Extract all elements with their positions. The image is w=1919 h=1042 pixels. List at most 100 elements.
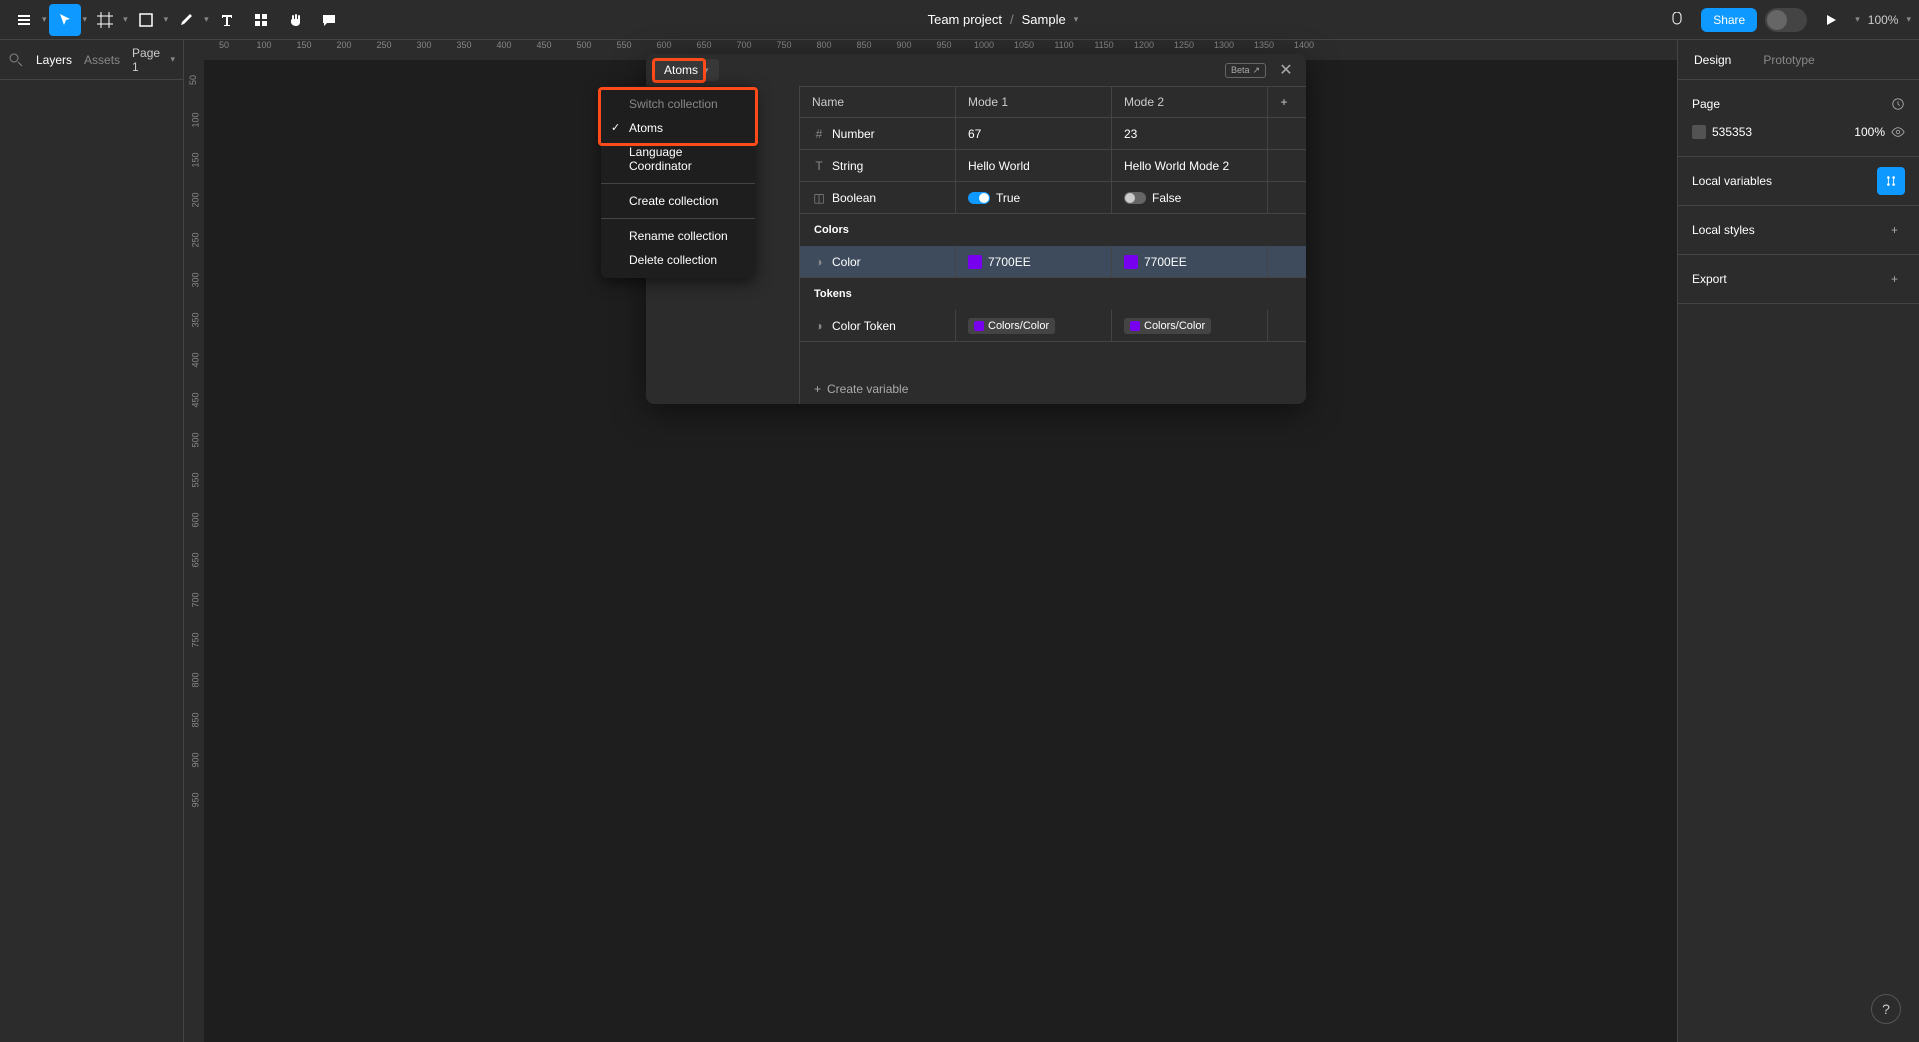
close-button[interactable]: ✕: [1274, 58, 1298, 82]
column-header-name: Name: [800, 87, 956, 117]
audio-button[interactable]: [1661, 4, 1693, 36]
page-section: Page 535353 100%: [1678, 80, 1919, 157]
variable-row-color[interactable]: ◑Color 7700EE 7700EE: [800, 246, 1306, 278]
boolean-mode2-cell[interactable]: False: [1112, 182, 1268, 213]
ctx-item-language[interactable]: Language Coordinator: [601, 140, 755, 178]
tab-design[interactable]: Design: [1678, 40, 1747, 79]
string-mode1-cell[interactable]: Hello World: [956, 150, 1112, 181]
ruler-tick: 150: [296, 40, 311, 50]
boolean-icon: ◫: [812, 191, 826, 205]
column-header-mode1[interactable]: Mode 1: [956, 87, 1112, 117]
create-variable-button[interactable]: +Create variable: [800, 374, 1306, 404]
ruler-tick: 200: [336, 40, 351, 50]
visibility-icon[interactable]: [1891, 125, 1905, 139]
color-mode1-cell[interactable]: 7700EE: [956, 246, 1112, 277]
add-mode-button[interactable]: +: [1268, 87, 1300, 117]
add-export-button[interactable]: +: [1891, 272, 1905, 286]
column-header-mode2[interactable]: Mode 2: [1112, 87, 1268, 117]
bg-opacity[interactable]: 100%: [1854, 125, 1885, 139]
rectangle-tool-button[interactable]: [130, 4, 162, 36]
local-variables-button[interactable]: [1877, 167, 1905, 195]
present-caret-icon[interactable]: ▾: [1855, 14, 1860, 25]
main-menu-button[interactable]: [8, 4, 40, 36]
resources-button[interactable]: [245, 4, 277, 36]
ruler-tick: 900: [191, 752, 201, 767]
color-mode2-cell[interactable]: 7700EE: [1112, 246, 1268, 277]
frame-tool-caret-icon[interactable]: ▾: [123, 14, 128, 25]
devmode-toggle[interactable]: [1765, 8, 1807, 32]
ruler-tick: 250: [376, 40, 391, 50]
breadcrumb: Team project / Sample ▾: [345, 12, 1662, 27]
comment-tool-button[interactable]: [313, 4, 345, 36]
ruler-tick: 800: [191, 672, 201, 687]
file-caret-icon[interactable]: ▾: [1074, 14, 1079, 25]
breadcrumb-file[interactable]: Sample: [1022, 12, 1066, 27]
history-icon[interactable]: [1891, 97, 1905, 111]
ruler-tick: 150: [191, 152, 201, 167]
pen-tool-button[interactable]: [170, 4, 202, 36]
color-swatch: [974, 321, 984, 331]
tab-assets[interactable]: Assets: [84, 53, 120, 67]
top-toolbar: ▾ ▾ ▾ ▾ ▾ Team project / Sample ▾ Share …: [0, 0, 1919, 40]
ruler-tick: 850: [856, 40, 871, 50]
ctx-item-rename[interactable]: Rename collection: [601, 224, 755, 248]
move-tool-button[interactable]: [49, 4, 81, 36]
ruler-tick: 600: [656, 40, 671, 50]
number-mode2-cell[interactable]: 23: [1112, 118, 1268, 149]
color-icon: ◑: [812, 255, 826, 269]
ruler-tick: 450: [191, 392, 201, 407]
ruler-tick: 1100: [1054, 40, 1073, 50]
string-mode2-cell[interactable]: Hello World Mode 2: [1112, 150, 1268, 181]
ruler-tick: 100: [256, 40, 271, 50]
frame-tool-button[interactable]: [89, 4, 121, 36]
ruler-tick: 500: [576, 40, 591, 50]
ruler-tick: 250: [191, 232, 201, 247]
variable-row-string[interactable]: TString Hello World Hello World Mode 2: [800, 150, 1306, 182]
beta-badge[interactable]: Beta↗: [1225, 63, 1266, 78]
number-mode1-cell[interactable]: 67: [956, 118, 1112, 149]
variables-main: Name Mode 1 Mode 2 + #Number 67 23 TStri…: [800, 86, 1306, 404]
ruler-tick: 1300: [1214, 40, 1234, 50]
token-mode1-cell[interactable]: Colors/Color: [956, 310, 1112, 341]
search-icon[interactable]: [8, 52, 24, 68]
ctx-item-atoms[interactable]: Atoms: [601, 116, 755, 140]
hand-tool-button[interactable]: [279, 4, 311, 36]
tab-prototype[interactable]: Prototype: [1747, 40, 1830, 79]
number-icon: #: [812, 127, 826, 141]
collection-dropdown[interactable]: Atoms ▾: [654, 59, 719, 81]
ctx-item-delete[interactable]: Delete collection: [601, 248, 755, 272]
text-tool-button[interactable]: [211, 4, 243, 36]
rectangle-tool-caret-icon[interactable]: ▾: [164, 14, 169, 25]
ruler-tick: 400: [191, 352, 201, 367]
variable-row-token[interactable]: ◑Color Token Colors/Color Colors/Color: [800, 310, 1306, 342]
present-button[interactable]: [1815, 4, 1847, 36]
pen-tool-caret-icon[interactable]: ▾: [204, 14, 209, 25]
ruler-tick: 1000: [974, 40, 994, 50]
tab-layers[interactable]: Layers: [36, 53, 72, 67]
variable-row-number[interactable]: #Number 67 23: [800, 118, 1306, 150]
ruler-tick: 1400: [1294, 40, 1314, 50]
boolean-mode1-cell[interactable]: True: [956, 182, 1112, 213]
breadcrumb-team[interactable]: Team project: [928, 12, 1002, 27]
ruler-tick: 50: [219, 40, 229, 50]
color-swatch: [1124, 255, 1138, 269]
local-variables-section: Local variables: [1678, 157, 1919, 206]
add-style-button[interactable]: +: [1891, 223, 1905, 237]
zoom-caret-icon[interactable]: ▾: [1906, 14, 1911, 25]
variables-header: Name Mode 1 Mode 2 +: [800, 86, 1306, 118]
ruler-tick: 950: [936, 40, 951, 50]
ctx-item-create[interactable]: Create collection: [601, 189, 755, 213]
variable-row-boolean[interactable]: ◫Boolean True False: [800, 182, 1306, 214]
zoom-level[interactable]: 100%: [1868, 13, 1899, 27]
ruler-tick: 1050: [1014, 40, 1034, 50]
page-selector[interactable]: Page 1▾: [132, 46, 175, 74]
ruler-tick: 750: [776, 40, 791, 50]
move-tool-caret-icon[interactable]: ▾: [83, 14, 88, 25]
help-button[interactable]: ?: [1871, 994, 1901, 1024]
token-mode2-cell[interactable]: Colors/Color: [1112, 310, 1268, 341]
main-menu-caret-icon[interactable]: ▾: [42, 14, 47, 25]
ruler-corner: [184, 40, 204, 60]
local-styles-section: Local styles +: [1678, 206, 1919, 255]
share-button[interactable]: Share: [1701, 8, 1757, 32]
background-color[interactable]: 535353: [1692, 125, 1752, 139]
